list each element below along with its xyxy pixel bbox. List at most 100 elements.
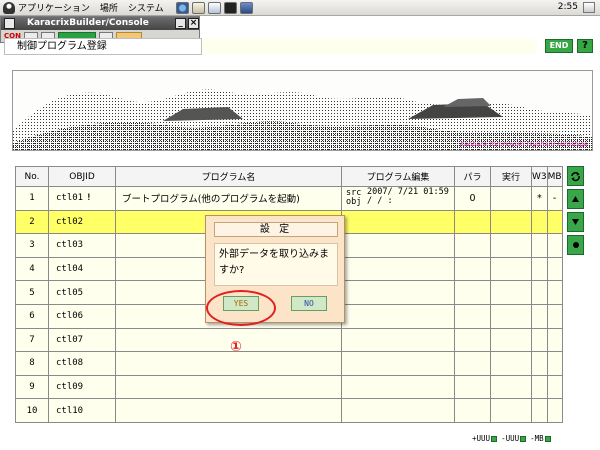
row-objid[interactable]: ctl04 xyxy=(48,256,116,282)
minimize-button[interactable]: _ xyxy=(175,18,186,29)
row-w3[interactable]: * xyxy=(531,186,548,211)
row-w3[interactable] xyxy=(531,209,548,235)
table-row[interactable]: 10 ctl10 xyxy=(15,398,563,423)
gnome-foot-icon[interactable] xyxy=(3,1,15,14)
row-program-edit[interactable] xyxy=(341,303,455,329)
plus-uuu-icon[interactable] xyxy=(491,436,498,442)
row-mb[interactable] xyxy=(546,398,563,423)
row-objid[interactable]: ctl07 xyxy=(48,327,116,353)
row-param[interactable] xyxy=(454,327,491,353)
row-program-edit[interactable] xyxy=(341,256,455,282)
minus-mb-icon[interactable] xyxy=(544,436,551,442)
row-param[interactable] xyxy=(454,303,491,329)
minus-uuu-icon[interactable] xyxy=(520,436,527,442)
row-param[interactable] xyxy=(454,398,491,423)
row-param[interactable] xyxy=(454,256,491,282)
row-mb[interactable] xyxy=(546,374,563,400)
row-run[interactable] xyxy=(490,209,532,235)
row-program-edit[interactable] xyxy=(341,209,455,235)
row-mb[interactable] xyxy=(546,256,563,282)
row-run[interactable] xyxy=(490,186,532,211)
row-run[interactable] xyxy=(490,256,532,282)
scroll-up-button[interactable] xyxy=(567,189,584,209)
row-mb[interactable]: - xyxy=(546,186,563,211)
row-param[interactable]: 0 xyxy=(454,186,491,211)
row-param[interactable] xyxy=(454,233,491,258)
edit-src-obj[interactable]: src obj xyxy=(346,189,361,207)
jump-button[interactable] xyxy=(567,235,584,255)
console-titlebar[interactable]: KaracrixBuilder/Console _ × xyxy=(1,17,199,30)
row-w3[interactable] xyxy=(531,351,548,376)
close-button[interactable]: × xyxy=(188,18,199,29)
row-run[interactable] xyxy=(490,351,532,376)
row-program-edit[interactable] xyxy=(341,351,455,376)
row-run[interactable] xyxy=(490,280,532,305)
menu-places[interactable]: 場所 xyxy=(100,1,118,14)
row-param[interactable] xyxy=(454,280,491,305)
clock[interactable]: 2:55 xyxy=(558,2,578,12)
row-objid[interactable]: ctl03 xyxy=(48,233,116,258)
row-program-name[interactable] xyxy=(115,327,342,353)
row-w3[interactable] xyxy=(531,256,548,282)
row-program-name[interactable]: ブートプログラム(他のプログラムを起動) xyxy=(115,186,342,211)
row-objid[interactable]: ctl06 xyxy=(48,303,116,329)
minus-uuu-control[interactable]: -UUU xyxy=(501,434,527,443)
row-program-edit[interactable] xyxy=(341,280,455,305)
row-w3[interactable] xyxy=(531,374,548,400)
terminal-launcher-icon[interactable] xyxy=(223,1,237,14)
row-run[interactable] xyxy=(490,303,532,329)
row-objid[interactable]: ctl02 xyxy=(48,209,116,235)
row-program-edit[interactable]: src obj 2007/ 7/21 01:59/ / : xyxy=(341,186,455,211)
row-w3[interactable] xyxy=(531,233,548,258)
row-objid[interactable]: ctl08 xyxy=(48,351,116,376)
row-param[interactable] xyxy=(454,351,491,376)
app-icon[interactable] xyxy=(4,18,15,29)
mail-launcher-icon[interactable] xyxy=(191,1,205,14)
end-button[interactable]: END xyxy=(545,39,573,53)
row-w3[interactable] xyxy=(531,327,548,353)
minus-mb-control[interactable]: -MB xyxy=(530,434,551,443)
scroll-down-button[interactable] xyxy=(567,212,584,232)
table-row[interactable]: 8 ctl08 xyxy=(15,351,563,376)
table-row[interactable]: 1 ctl01! ブートプログラム(他のプログラムを起動) src obj 200… xyxy=(15,186,563,211)
row-run[interactable] xyxy=(490,374,532,400)
row-param[interactable] xyxy=(454,209,491,235)
help-button[interactable]: ? xyxy=(577,39,593,53)
obj-link[interactable]: obj xyxy=(346,197,361,207)
network-launcher-icon[interactable] xyxy=(239,1,253,14)
row-objid[interactable]: ctl09 xyxy=(48,374,116,400)
refresh-button[interactable] xyxy=(567,166,584,186)
plus-uuu-control[interactable]: +UUU xyxy=(472,434,498,443)
browser-launcher-icon[interactable] xyxy=(175,1,189,14)
menu-applications[interactable]: アプリケーション xyxy=(18,1,90,14)
no-button[interactable]: NO xyxy=(291,296,327,311)
table-row[interactable]: 7 ctl07 xyxy=(15,327,563,353)
row-program-edit[interactable] xyxy=(341,374,455,400)
row-objid[interactable]: ctl01! xyxy=(48,186,116,211)
row-program-name[interactable] xyxy=(115,374,342,400)
volume-icon[interactable] xyxy=(583,2,595,13)
row-run[interactable] xyxy=(490,233,532,258)
row-program-name[interactable] xyxy=(115,351,342,376)
row-mb[interactable] xyxy=(546,280,563,305)
row-objid[interactable]: ctl10 xyxy=(48,398,116,423)
editor-launcher-icon[interactable] xyxy=(207,1,221,14)
row-mb[interactable] xyxy=(546,351,563,376)
table-row[interactable]: 9 ctl09 xyxy=(15,374,563,400)
row-w3[interactable] xyxy=(531,303,548,329)
row-program-name[interactable] xyxy=(115,398,342,423)
row-program-edit[interactable] xyxy=(341,233,455,258)
row-w3[interactable] xyxy=(531,398,548,423)
row-mb[interactable] xyxy=(546,209,563,235)
row-objid[interactable]: ctl05 xyxy=(48,280,116,305)
row-mb[interactable] xyxy=(546,303,563,329)
row-param[interactable] xyxy=(454,374,491,400)
row-run[interactable] xyxy=(490,327,532,353)
row-w3[interactable] xyxy=(531,280,548,305)
menu-system[interactable]: システム xyxy=(128,1,164,14)
row-program-edit[interactable] xyxy=(341,398,455,423)
row-run[interactable] xyxy=(490,398,532,423)
row-mb[interactable] xyxy=(546,327,563,353)
row-program-edit[interactable] xyxy=(341,327,455,353)
row-mb[interactable] xyxy=(546,233,563,258)
